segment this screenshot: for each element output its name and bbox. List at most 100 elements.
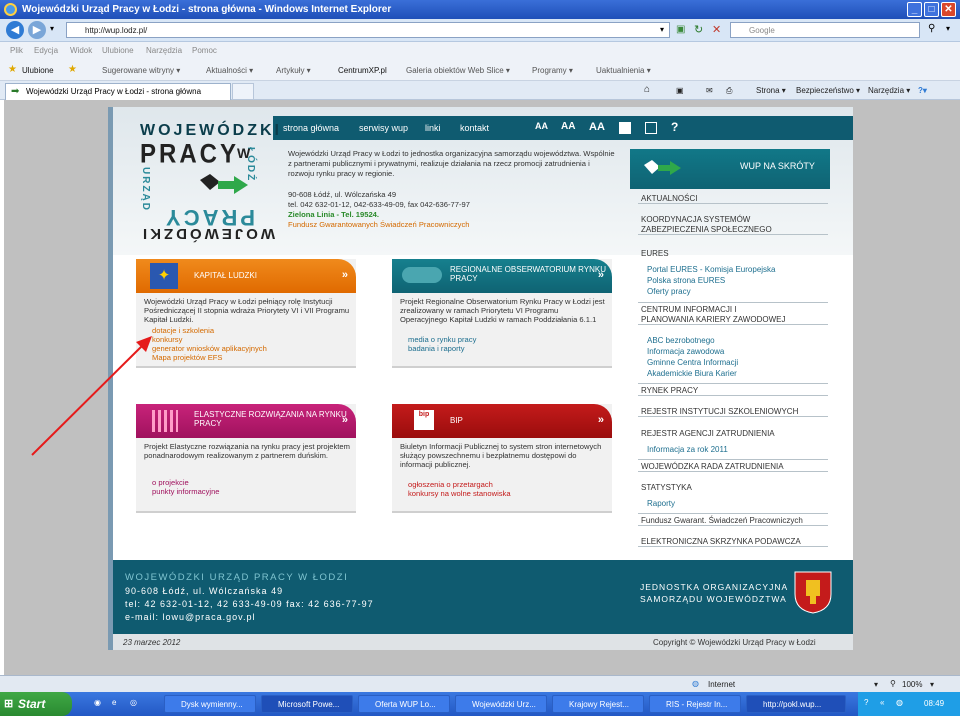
link-przetargi[interactable]: ogłoszenia o przetargach bbox=[408, 480, 511, 489]
sidebar-item-eskrzynka[interactable]: ELEKTRONICZNA SKRZYNKA PODAWCZA bbox=[638, 535, 828, 547]
search-icon[interactable]: ⚲ bbox=[928, 23, 935, 34]
menu-ulubione[interactable]: Ulubione bbox=[102, 46, 134, 55]
link-punkty[interactable]: punkty informacyjne bbox=[152, 487, 220, 496]
menu-plik[interactable]: Plik bbox=[10, 46, 23, 55]
link-media[interactable]: media o rynku pracy bbox=[408, 335, 476, 344]
sidebar-header[interactable]: WUP NA SKRÓTY bbox=[630, 149, 830, 189]
toolbar-narzedzia[interactable]: Narzędzia ▾ bbox=[868, 86, 910, 95]
quicklaunch-icon-3[interactable]: ◎ bbox=[130, 698, 137, 707]
tray-network-icon[interactable]: ◍ bbox=[896, 698, 903, 707]
link-portal-eures[interactable]: Portal EURES - Komisja Europejska bbox=[647, 265, 776, 274]
tray-help-icon[interactable]: ? bbox=[864, 698, 868, 707]
task-powerpoint[interactable]: Microsoft Powe... bbox=[261, 695, 353, 713]
font-small-button[interactable]: AA bbox=[535, 121, 548, 131]
protected-mode-icon[interactable]: ▾ bbox=[874, 680, 878, 689]
font-large-button[interactable]: AA bbox=[589, 121, 605, 133]
sidebar-item-rejestr-inst[interactable]: REJESTR INSTYTUCJI SZKOLENIOWYCH bbox=[638, 405, 828, 417]
fav-galeria[interactable]: Galeria obiektów Web Slice ▾ bbox=[406, 66, 510, 75]
link-oferty[interactable]: Oferty pracy bbox=[647, 287, 691, 296]
contrast-high-button[interactable] bbox=[619, 122, 631, 134]
footer-email[interactable]: e-mail: lowu@praca.gov.pl bbox=[125, 612, 256, 622]
compat-view-icon[interactable]: ▣ bbox=[676, 24, 685, 35]
toolbar-strona[interactable]: Strona ▾ bbox=[756, 86, 786, 95]
help-icon[interactable]: ?▾ bbox=[918, 86, 927, 95]
fav-centrumxp[interactable]: CentrumXP.pl bbox=[338, 66, 387, 75]
fav-programy[interactable]: Programy ▾ bbox=[532, 66, 573, 75]
card-rorp-header[interactable]: REGIONALNE OBSERWATORIUM RYNKU PRACY » bbox=[392, 259, 612, 293]
menu-pomoc[interactable]: Pomoc bbox=[192, 46, 217, 55]
link-raporty[interactable]: Raporty bbox=[647, 499, 675, 508]
sidebar-item-rada[interactable]: WOJEWÓDZKA RADA ZATRUDNIENIA bbox=[638, 459, 828, 472]
task-wojewodzki[interactable]: Wojewódzki Urz... bbox=[455, 695, 547, 713]
search-input[interactable]: Google bbox=[730, 22, 920, 38]
sidebar-item-rynek[interactable]: RYNEK PRACY bbox=[638, 383, 828, 396]
link-mapa[interactable]: Mapa projektów EFS bbox=[152, 353, 267, 362]
link-abc[interactable]: ABC bezrobotnego bbox=[647, 336, 715, 345]
link-o-projekcie[interactable]: o projekcie bbox=[152, 478, 220, 487]
sidebar-item-fundusz[interactable]: Fundusz Gwarant. Świadczeń Pracowniczych bbox=[638, 513, 828, 526]
nav-linki[interactable]: linki bbox=[425, 123, 441, 133]
task-dysk[interactable]: Dysk wymienny... bbox=[164, 695, 256, 713]
sidebar-item-koordynacja-2[interactable]: ZABEZPIECZENIA SPOŁECZNEGO bbox=[638, 223, 828, 235]
home-icon[interactable]: ⌂ bbox=[644, 84, 650, 95]
chevron-right-icon[interactable]: » bbox=[598, 269, 604, 281]
search-options-icon[interactable]: ▾ bbox=[946, 24, 950, 33]
font-medium-button[interactable]: AA bbox=[561, 121, 575, 132]
menu-narzedzia[interactable]: Narzędzia bbox=[146, 46, 182, 55]
card-kl-header[interactable]: ✦ KAPITAŁ LUDZKI » bbox=[136, 259, 356, 293]
tray-arrow-icon[interactable]: « bbox=[880, 698, 884, 707]
fav-uaktualnienia[interactable]: Uaktualnienia ▾ bbox=[596, 66, 651, 75]
menu-edycja[interactable]: Edycja bbox=[34, 46, 58, 55]
chevron-right-icon[interactable]: » bbox=[598, 414, 604, 426]
maximize-button[interactable]: □ bbox=[924, 2, 939, 17]
refresh-icon[interactable]: ↻ bbox=[694, 23, 703, 36]
link-generator[interactable]: generator wniosków aplikacyjnych bbox=[152, 344, 267, 353]
history-dropdown-icon[interactable]: ▾ bbox=[50, 24, 54, 33]
nav-strona-glowna[interactable]: strona główna bbox=[283, 123, 339, 133]
task-krajowy[interactable]: Krajowy Rejest... bbox=[552, 695, 644, 713]
quicklaunch-ie-icon[interactable]: e bbox=[112, 698, 116, 707]
sidebar-item-rejestr-agencji[interactable]: REJESTR AGENCJI ZATRUDNIENIA bbox=[638, 427, 828, 438]
close-button[interactable]: ✕ bbox=[941, 2, 956, 17]
card-el-header[interactable]: ELASTYCZNE ROZWIĄZANIA NA RYNKU PRACY » bbox=[136, 404, 356, 438]
toolbar-bezpieczenstwo[interactable]: Bezpieczeństwo ▾ bbox=[796, 86, 860, 95]
start-button[interactable]: ⊞ Start bbox=[0, 692, 72, 716]
nav-serwisy-wup[interactable]: serwisy wup bbox=[359, 123, 408, 133]
sidebar-item-planowania[interactable]: PLANOWANIA KARIERY ZAWODOWEJ bbox=[638, 313, 828, 325]
add-favorite-icon[interactable]: ★ bbox=[68, 64, 77, 75]
contrast-normal-button[interactable] bbox=[645, 122, 657, 134]
new-tab-button[interactable] bbox=[232, 83, 254, 100]
url-dropdown-icon[interactable]: ▾ bbox=[660, 25, 664, 34]
stop-icon[interactable]: ✕ bbox=[712, 23, 721, 36]
minimize-button[interactable]: _ bbox=[907, 2, 922, 17]
card-bip-header[interactable]: bip BIP » bbox=[392, 404, 612, 438]
link-gminne[interactable]: Gminne Centra Informacji bbox=[647, 358, 738, 367]
mail-icon[interactable]: ✉ bbox=[706, 86, 713, 95]
chevron-right-icon[interactable]: » bbox=[342, 269, 348, 281]
forward-button[interactable]: ▶ bbox=[28, 21, 46, 39]
fav-sugerowane[interactable]: Sugerowane witryny ▾ bbox=[102, 66, 180, 75]
task-oferta[interactable]: Oferta WUP Lo... bbox=[358, 695, 450, 713]
link-informacja-zawodowa[interactable]: Informacja zawodowa bbox=[647, 347, 724, 356]
link-akademickie[interactable]: Akademickie Biura Karier bbox=[647, 369, 737, 378]
favorites-button[interactable]: Ulubione bbox=[22, 66, 54, 75]
fund-link[interactable]: Fundusz Gwarantowanych Świadczeń Pracown… bbox=[288, 220, 618, 230]
feeds-icon[interactable]: ▣ bbox=[676, 86, 684, 95]
link-badania[interactable]: badania i raporty bbox=[408, 344, 476, 353]
link-konkursy[interactable]: konkursy bbox=[152, 335, 267, 344]
link-informacja-2011[interactable]: Informacja za rok 2011 bbox=[647, 445, 728, 454]
back-button[interactable]: ◀ bbox=[6, 21, 24, 39]
help-question-icon[interactable]: ? bbox=[671, 120, 678, 134]
sidebar-item-statystyka[interactable]: STATYSTYKA bbox=[638, 481, 828, 492]
fav-aktualnosci[interactable]: Aktualności ▾ bbox=[206, 66, 253, 75]
link-konkursy-stanowiska[interactable]: konkursy na wolne stanowiska bbox=[408, 489, 511, 498]
link-dotacje[interactable]: dotacje i szkolenia bbox=[152, 326, 267, 335]
nav-kontakt[interactable]: kontakt bbox=[460, 123, 489, 133]
sidebar-item-aktualnosci[interactable]: AKTUALNOŚCI bbox=[638, 192, 828, 204]
task-ris[interactable]: RIS - Rejestr In... bbox=[649, 695, 741, 713]
url-input[interactable]: http://wup.lodz.pl/ bbox=[66, 22, 670, 38]
link-polska-eures[interactable]: Polska strona EURES bbox=[647, 276, 725, 285]
quicklaunch-icon-1[interactable]: ◉ bbox=[94, 698, 101, 707]
task-pokl[interactable]: http://pokl.wup... bbox=[746, 695, 846, 713]
sidebar-item-eures[interactable]: EURES bbox=[638, 247, 828, 258]
